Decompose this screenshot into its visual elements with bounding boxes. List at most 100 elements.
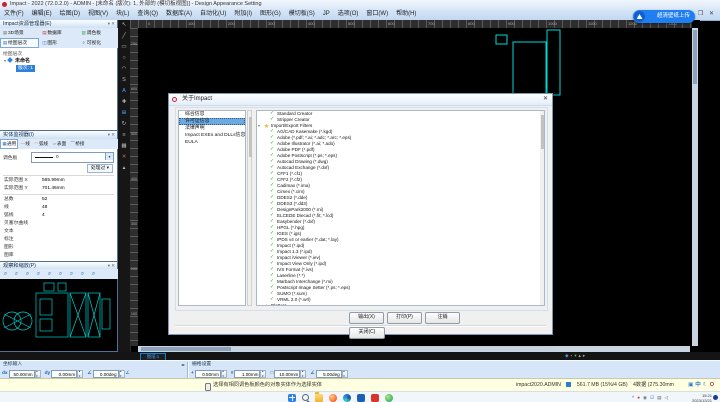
magnifier-icon[interactable]: ⌕ [33,269,44,279]
explorer-view-button[interactable]: ◫图形 [39,38,78,48]
panel-close-icon[interactable]: ✕ [111,21,115,26]
about-category-item[interactable]: EULA [179,139,245,146]
field-input[interactable]: 5.00deg [316,370,342,378]
menu-item[interactable]: JP [319,9,334,20]
spinner-icon[interactable] [260,370,266,378]
about-category-item[interactable]: 许可证信息 [179,118,245,125]
magnifier-icon[interactable]: ⌕ [55,269,66,279]
panel-pin-icon[interactable]: ▾ [108,263,110,268]
field-input[interactable]: 0.00deg [93,370,119,378]
scrollbar-thumb[interactable] [693,30,697,84]
pan-icon[interactable]: ▪ [571,353,573,358]
window-tray-icon[interactable]: ▣ [688,382,693,388]
chevron-down-icon[interactable]: ▾ [105,153,113,160]
magnifier-icon[interactable]: ⌕ [88,269,99,279]
next-icon[interactable]: ▸ [583,353,585,358]
firefox-icon[interactable] [329,394,337,402]
spinner-icon[interactable] [119,370,125,378]
dialog-button[interactable]: 输出(X) [349,312,384,324]
monitor-tab[interactable]: ▱表面 [50,139,68,149]
panel-close-icon[interactable]: ✕ [111,132,115,137]
menu-item[interactable]: 附加(I) [230,9,256,20]
menu-item[interactable]: 数据库(A) [162,9,196,20]
explorer-view-button[interactable]: ▥调色板 [79,28,118,38]
category-list-scrollbar[interactable] [247,110,252,306]
field-input[interactable]: 50.00mm [9,370,35,378]
restore-button[interactable]: ❐ [696,11,705,17]
app-green-icon[interactable] [385,394,393,402]
menu-item[interactable]: 模切板(S) [285,9,319,20]
start-icon[interactable] [288,394,296,402]
down-icon[interactable]: ▾ [574,353,576,358]
explorer-view-button[interactable]: ▦3D场景 [0,28,39,38]
ime-chinese-icon[interactable]: 中 [695,382,701,388]
explorer-view-button[interactable]: ⌕可视化 [79,38,118,48]
monitor-tab[interactable]: ⌒桥接 [68,139,86,149]
angle-icon[interactable]: ∠ [126,371,130,376]
about-category-item[interactable]: 综合信息 [179,111,245,118]
menu-item[interactable]: 文件(F) [0,9,28,20]
spinner-icon[interactable] [342,370,348,378]
menu-item[interactable]: 选项(O) [334,9,363,20]
canvas-vscrollbar[interactable] [692,28,698,346]
sheet-tab[interactable]: 图纸:1 [140,353,166,360]
search-icon[interactable] [302,394,309,401]
tray-monitor-icon[interactable]: ▤ [657,395,661,400]
toolbar-overflow-icons[interactable]: ◂▸ [181,361,185,368]
tray-speaker-icon[interactable]: ◁ [664,395,668,400]
up-icon[interactable]: ▴ [579,353,581,358]
magnifier-icon[interactable]: ⌕ [66,269,77,279]
spinner-icon[interactable] [300,370,306,378]
menu-item[interactable]: 编辑(E) [28,9,56,20]
taskbar-clock[interactable]: 15:21 2023/12/21 [692,393,712,402]
field-input[interactable]: 1.00mm [234,370,260,378]
tree-root-node[interactable]: 未命名 [4,57,30,64]
spinner-icon[interactable] [77,370,83,378]
magnifier-icon[interactable]: ⌕ [22,269,33,279]
tray-red-icon[interactable]: ● [637,395,640,400]
menu-item[interactable]: 块(L) [112,9,133,20]
notification-bell-icon[interactable] [713,395,718,400]
menu-item[interactable]: 窗口(W) [362,9,392,20]
magnifier-icon[interactable]: ⌕ [0,269,11,279]
moon-icon[interactable]: ☾ [703,382,708,388]
filter-row[interactable]: ▸Plotters [257,303,544,306]
menu-item[interactable]: 绘图(D) [56,9,84,20]
dialog-button[interactable]: 注销 [425,312,460,324]
circle-app-icon[interactable]: O [710,382,714,388]
dialog-close-button[interactable]: ✕ [543,94,548,105]
panel-pin-icon[interactable]: ▾ [108,21,110,26]
about-category-item[interactable]: 法律声明 [179,125,245,132]
panel-close-icon[interactable]: ✕ [111,263,115,268]
explorer-view-button[interactable]: ▤数据库 [39,28,78,38]
tree-child-node-selected[interactable]: 版次: 1 [16,65,35,72]
field-input[interactable]: 0.50mm [195,370,221,378]
spinner-icon[interactable] [35,370,41,378]
dialog-titlebar[interactable]: 关于Impact ✕ [169,94,552,106]
dialog-button[interactable]: 打印(P) [387,312,422,324]
magnifier-icon[interactable]: ⌕ [44,269,55,279]
overview-preview[interactable] [0,279,117,351]
app-blue-icon[interactable] [357,394,365,402]
menu-item[interactable]: 图形(G) [256,9,285,20]
field-input[interactable]: 0.00mm [51,370,77,378]
edge-icon[interactable] [343,394,351,402]
explorer-view-button[interactable]: ▤绘图层次 [0,38,39,48]
close-button[interactable]: ✕ [707,11,716,17]
magnifier-icon[interactable]: ⌕ [77,269,88,279]
toolbar-nav-icon[interactable]: ▸ [183,362,185,367]
process-filter-button[interactable]: 处理过 ▾ [87,164,113,173]
menu-item[interactable]: 帮助(H) [392,9,420,20]
scrollbar-thumb[interactable] [249,117,252,157]
panel-pin-icon[interactable]: ▾ [108,132,110,137]
menu-item[interactable]: 视图(V) [84,9,112,20]
tray-chevron-icon[interactable]: ^ [632,395,634,400]
about-category-item[interactable]: Impact EXEs and DLLs信息 [179,132,245,139]
menu-item[interactable]: 查询(Q) [133,9,162,20]
monitor-tab[interactable]: ◠弧线 [32,139,50,149]
explorer-icon[interactable] [315,394,323,402]
dialog-close-action-button[interactable]: 关闭(C) [349,327,385,339]
monitor-tab[interactable]: —线 [18,139,32,149]
scrollbar-thumb[interactable] [141,347,231,351]
tray-check-icon[interactable]: ☑ [650,395,654,400]
